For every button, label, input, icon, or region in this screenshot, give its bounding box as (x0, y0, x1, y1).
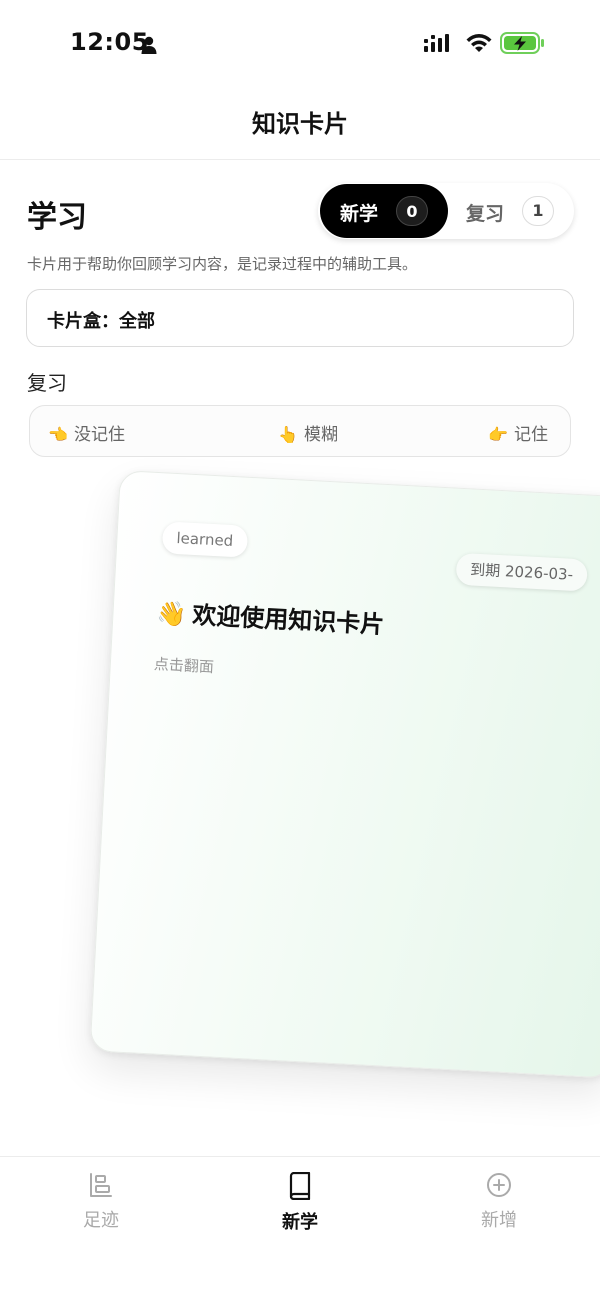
card-status-tag: learned (161, 521, 249, 558)
rating-remember-button[interactable]: 👉 记住 (488, 420, 548, 445)
tab-new-learning-label: 新学 (340, 203, 379, 225)
tab-learn[interactable]: 新学 (240, 1172, 360, 1234)
tab-review[interactable]: 复习 1 (450, 184, 572, 238)
rating-forgot-label: 没记住 (74, 425, 125, 445)
description-text: 卡片用于帮助你回顾学习内容，是记录过程中的辅助工具。 (27, 255, 418, 273)
page-title: 知识卡片 (252, 110, 348, 138)
rating-remember-label: 记住 (514, 425, 548, 445)
deck-selector[interactable]: 卡片盒：全部 (26, 289, 574, 347)
deck-selector-label: 卡片盒：全部 (47, 311, 155, 332)
add-circle-icon (487, 1173, 511, 1197)
tab-learn-label: 新学 (282, 1212, 318, 1233)
card-flip-hint: 点击翻面 (153, 655, 215, 677)
tab-add[interactable]: 新增 (439, 1172, 559, 1232)
signal-icon (424, 34, 449, 52)
hand-left-icon: 👈 (48, 425, 68, 444)
status-time: 12:05 (70, 28, 149, 56)
new-count-badge: 0 (396, 196, 428, 226)
hand-right-icon: 👉 (488, 425, 508, 444)
tab-footprints-label: 足迹 (83, 1210, 119, 1231)
review-count-badge: 1 (522, 196, 554, 226)
section-title: 学习 (27, 200, 87, 235)
rating-blurry-label: 模糊 (304, 425, 338, 445)
hand-up-icon: 👆 (278, 425, 298, 444)
card-title: 👋 欢迎使用知识卡片 (156, 593, 385, 640)
flashcard[interactable]: learned 到期 2026-03- 👋 欢迎使用知识卡片 点击翻面 (89, 470, 600, 1079)
book-icon (289, 1172, 311, 1200)
tab-new-learning[interactable]: 新学 0 (320, 184, 448, 238)
nav-divider (0, 159, 600, 160)
rating-forgot-button[interactable]: 👈 没记住 (48, 420, 125, 445)
tab-review-label: 复习 (466, 203, 505, 225)
card-due-date: 到期 2026-03- (455, 552, 588, 592)
tab-bar-divider (0, 1156, 600, 1157)
tab-footprints[interactable]: 足迹 (41, 1172, 161, 1232)
mode-segmented-control: 新学 0 复习 1 (318, 183, 574, 239)
person-icon (141, 36, 157, 54)
card-area: learned 到期 2026-03- 👋 欢迎使用知识卡片 点击翻面 (0, 450, 600, 1150)
review-section-label: 复习 (27, 371, 67, 395)
tab-add-label: 新增 (481, 1210, 517, 1231)
card-title-text: 欢迎使用知识卡片 (191, 601, 385, 640)
status-bar: 12:05 (0, 0, 600, 90)
footprints-icon (90, 1173, 112, 1197)
rating-blurry-button[interactable]: 👆 模糊 (278, 420, 338, 445)
wifi-icon (466, 34, 492, 52)
battery-charging-icon (500, 32, 544, 54)
waving-hand-icon: 👋 (155, 599, 188, 629)
